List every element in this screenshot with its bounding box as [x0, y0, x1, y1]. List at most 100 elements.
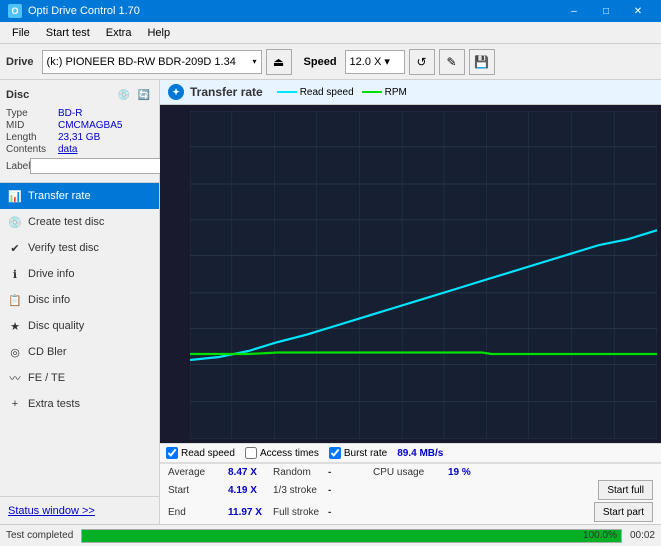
sidebar-item-extra-tests[interactable]: + Extra tests	[0, 391, 159, 417]
edit-button[interactable]: ✎	[439, 49, 465, 75]
checkbox-access-times[interactable]: Access times	[245, 447, 319, 459]
menu-bar: File Start test Extra Help	[0, 22, 661, 44]
menu-file[interactable]: File	[4, 22, 38, 43]
cpu-value: 19 %	[448, 467, 488, 478]
legend-rpm: RPM	[362, 87, 407, 98]
sidebar-item-create-test-disc[interactable]: 💿 Create test disc	[0, 209, 159, 235]
progress-bar-fill	[82, 530, 621, 542]
start-full-button[interactable]: Start full	[598, 480, 653, 500]
status-window-link[interactable]: Status window >>	[0, 496, 159, 524]
checkbox-read-speed[interactable]: Read speed	[166, 447, 235, 459]
sidebar-item-drive-info[interactable]: ℹ Drive info	[0, 261, 159, 287]
chart-icon: ✦	[168, 84, 184, 100]
cpu-label: CPU usage	[373, 467, 448, 478]
sidebar-item-label-drive-info: Drive info	[28, 268, 74, 280]
average-label: Average	[168, 467, 228, 478]
disc-icon-btn-1[interactable]: 💿	[115, 86, 133, 104]
menu-extra[interactable]: Extra	[98, 22, 140, 43]
app-title: Opti Drive Control 1.70	[28, 5, 140, 17]
legend-read-color	[277, 91, 297, 93]
chart-title: Transfer rate	[190, 85, 263, 99]
type-value: BD-R	[58, 108, 82, 119]
label-label: Label	[6, 161, 30, 172]
legend-rpm-color	[362, 91, 382, 93]
speed-select[interactable]: 12.0 X ▾	[345, 50, 405, 74]
average-value: 8.47 X	[228, 467, 273, 478]
progress-text: 100.0%	[583, 530, 617, 542]
full-stroke-label: Full stroke	[273, 507, 328, 518]
drive-select[interactable]: (k:) PIONEER BD-RW BDR-209D 1.34 ▾	[42, 50, 262, 74]
extra-tests-icon: +	[8, 397, 22, 411]
disc-panel: Disc 💿 🔄 Type BD-R MID CMCMAGBA5 Length …	[0, 80, 159, 183]
length-value: 23,31 GB	[58, 132, 100, 143]
burst-rate-checkbox[interactable]	[329, 447, 341, 459]
access-times-checkbox-label: Access times	[260, 448, 319, 459]
sidebar-item-transfer-rate[interactable]: 📊 Transfer rate	[0, 183, 159, 209]
fe-te-icon: 〰	[8, 371, 22, 385]
disc-info-icon: 📋	[8, 293, 22, 307]
save-button[interactable]: 💾	[469, 49, 495, 75]
start-part-button[interactable]: Start part	[594, 502, 653, 522]
drive-select-text: (k:) PIONEER BD-RW BDR-209D 1.34	[47, 56, 253, 68]
sidebar-item-label-create-test-disc: Create test disc	[28, 216, 104, 228]
access-times-checkbox[interactable]	[245, 447, 257, 459]
speed-value: 12.0 X ▾	[350, 55, 390, 68]
elapsed-time: 00:02	[630, 530, 655, 541]
sidebar-menu: 📊 Transfer rate 💿 Create test disc ✔ Ver…	[0, 183, 159, 496]
eject-button[interactable]: ⏏	[266, 49, 292, 75]
random-label: Random	[273, 467, 328, 478]
status-text: Test completed	[6, 530, 73, 541]
stroke13-label: 1/3 stroke	[273, 485, 328, 496]
app-icon: O	[8, 4, 22, 18]
minimize-button[interactable]: –	[559, 0, 589, 22]
burst-rate-checkbox-label: Burst rate	[344, 448, 387, 459]
chart-area: ✦ Transfer rate Read speed RPM	[160, 80, 661, 524]
legend-rpm-label: RPM	[385, 87, 407, 98]
legend-read-speed: Read speed	[277, 87, 354, 98]
type-label: Type	[6, 108, 58, 119]
end-label: End	[168, 507, 228, 518]
status-bar: Test completed 100.0% 00:02	[0, 524, 661, 546]
drive-label: Drive	[6, 56, 34, 68]
speed-label: Speed	[304, 56, 337, 68]
drive-dropdown-arrow: ▾	[253, 57, 257, 66]
sidebar-item-label-disc-quality: Disc quality	[28, 320, 84, 332]
full-stroke-value: -	[328, 507, 353, 518]
chart-header: ✦ Transfer rate Read speed RPM	[160, 80, 661, 105]
sidebar-item-fe-te[interactable]: 〰 FE / TE	[0, 365, 159, 391]
legend-read-label: Read speed	[300, 87, 354, 98]
menu-start-test[interactable]: Start test	[38, 22, 98, 43]
sidebar-item-cd-bler[interactable]: ◎ CD Bler	[0, 339, 159, 365]
disc-icon-btn-2[interactable]: 🔄	[135, 86, 153, 104]
end-value: 11.97 X	[228, 507, 273, 518]
chart-svg: 18X 16X 14X 12X 10X 8X 6X 4X 2X 0.0 2.5 …	[190, 111, 657, 439]
chart-checkboxes: Read speed Access times Burst rate 89.4 …	[160, 443, 661, 463]
main-content: Disc 💿 🔄 Type BD-R MID CMCMAGBA5 Length …	[0, 80, 661, 524]
read-speed-checkbox-label: Read speed	[181, 448, 235, 459]
contents-value[interactable]: data	[58, 144, 77, 155]
close-button[interactable]: ✕	[623, 0, 653, 22]
maximize-button[interactable]: □	[591, 0, 621, 22]
label-input[interactable]	[30, 158, 168, 174]
sidebar-item-disc-quality[interactable]: ★ Disc quality	[0, 313, 159, 339]
stroke13-value: -	[328, 485, 353, 496]
disc-quality-icon: ★	[8, 319, 22, 333]
transfer-rate-icon: 📊	[8, 189, 22, 203]
sidebar-item-verify-test-disc[interactable]: ✔ Verify test disc	[0, 235, 159, 261]
sidebar-item-label-disc-info: Disc info	[28, 294, 70, 306]
sidebar: Disc 💿 🔄 Type BD-R MID CMCMAGBA5 Length …	[0, 80, 160, 524]
read-speed-checkbox[interactable]	[166, 447, 178, 459]
chart-legend: Read speed RPM	[277, 87, 407, 98]
checkbox-burst-rate[interactable]: Burst rate	[329, 447, 387, 459]
refresh-button[interactable]: ↺	[409, 49, 435, 75]
mid-label: MID	[6, 120, 58, 131]
menu-help[interactable]: Help	[139, 22, 178, 43]
cd-bler-icon: ◎	[8, 345, 22, 359]
drive-info-icon: ℹ	[8, 267, 22, 281]
contents-label: Contents	[6, 144, 58, 155]
sidebar-item-disc-info[interactable]: 📋 Disc info	[0, 287, 159, 313]
window-controls: – □ ✕	[559, 0, 653, 22]
start-value: 4.19 X	[228, 485, 273, 496]
sidebar-item-label-transfer-rate: Transfer rate	[28, 190, 91, 202]
burst-rate-value: 89.4 MB/s	[397, 448, 443, 459]
